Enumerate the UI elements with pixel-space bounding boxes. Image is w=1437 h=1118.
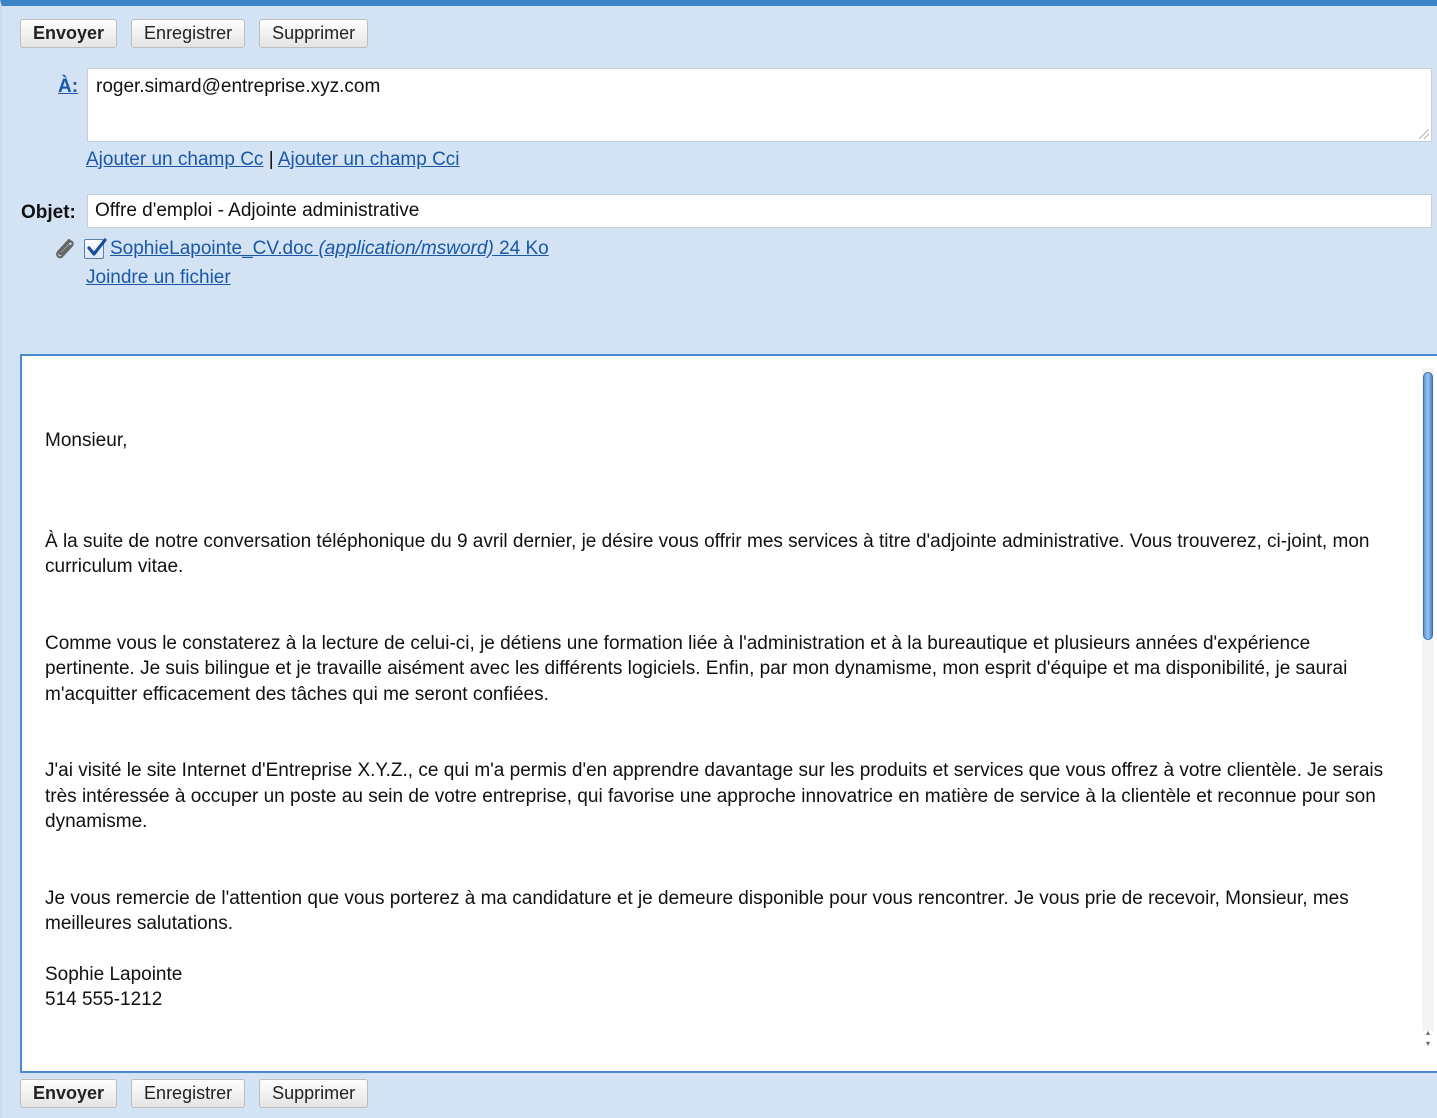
message-body-text: Monsieur, À la suite de notre conversati… (45, 428, 1400, 1013)
subject-field[interactable]: Offre d'emploi - Adjointe administrative (87, 194, 1432, 228)
signature-name: Sophie Lapointe (45, 963, 183, 985)
attachment-row: SophieLapointe_CV.doc (application/mswor… (52, 236, 549, 262)
save-button[interactable]: Enregistrer (131, 1079, 246, 1108)
attachment-checkbox[interactable] (84, 238, 107, 259)
paperclip-icon (56, 238, 74, 259)
add-bcc-link[interactable]: Ajouter un champ Cci (278, 149, 460, 170)
to-label[interactable]: À: (58, 76, 78, 98)
paragraph: Je vous remercie de l'attention que vous… (45, 887, 1349, 935)
attachment-filename: SophieLapointe_CV.doc (110, 238, 314, 259)
attach-file-link[interactable]: Joindre un fichier (86, 267, 231, 289)
cc-links: Ajouter un champ Cc | Ajouter un champ C… (86, 149, 460, 171)
subject-value: Offre d'emploi - Adjointe administrative (95, 200, 420, 221)
attachment-link[interactable]: SophieLapointe_CV.doc (application/mswor… (110, 238, 549, 260)
subject-label: Objet: (21, 202, 76, 223)
add-cc-link[interactable]: Ajouter un champ Cc (86, 149, 263, 170)
send-button[interactable]: Envoyer (20, 19, 118, 48)
message-body-editor[interactable]: Monsieur, À la suite de notre conversati… (20, 354, 1437, 1073)
delete-button[interactable]: Supprimer (259, 1079, 369, 1108)
bottom-toolbar: Envoyer Enregistrer Supprimer (20, 1079, 369, 1108)
paragraph: J'ai visité le site Internet d'Entrepris… (45, 760, 1384, 832)
save-button[interactable]: Enregistrer (131, 19, 246, 48)
signature-phone: 514 555-1212 (45, 989, 163, 1010)
resize-grip-icon[interactable] (1419, 129, 1429, 139)
top-toolbar: Envoyer Enregistrer Supprimer (20, 19, 369, 48)
attachment-size: 24 Ko (499, 238, 549, 259)
to-value: roger.simard@entreprise.xyz.com (96, 76, 381, 97)
send-button[interactable]: Envoyer (20, 1079, 118, 1108)
body-scrollbar[interactable]: ▴ ▾ (1421, 360, 1435, 1055)
paragraph: À la suite de notre conversation télépho… (45, 530, 1370, 578)
paragraph: Comme vous le constaterez à la lecture d… (45, 632, 1348, 705)
compose-window: Envoyer Enregistrer Supprimer À: roger.s… (0, 0, 1437, 1118)
attachment-mime: (application/msword) (318, 238, 494, 259)
checkmark-icon (87, 238, 107, 256)
delete-button[interactable]: Supprimer (259, 19, 369, 48)
to-field[interactable]: roger.simard@entreprise.xyz.com (87, 68, 1432, 142)
scrollbar-thumb[interactable] (1423, 372, 1433, 640)
scroll-down-arrow-icon[interactable]: ▾ (1423, 1040, 1433, 1053)
greeting: Monsieur, (45, 430, 128, 451)
cc-separator: | (268, 149, 274, 170)
